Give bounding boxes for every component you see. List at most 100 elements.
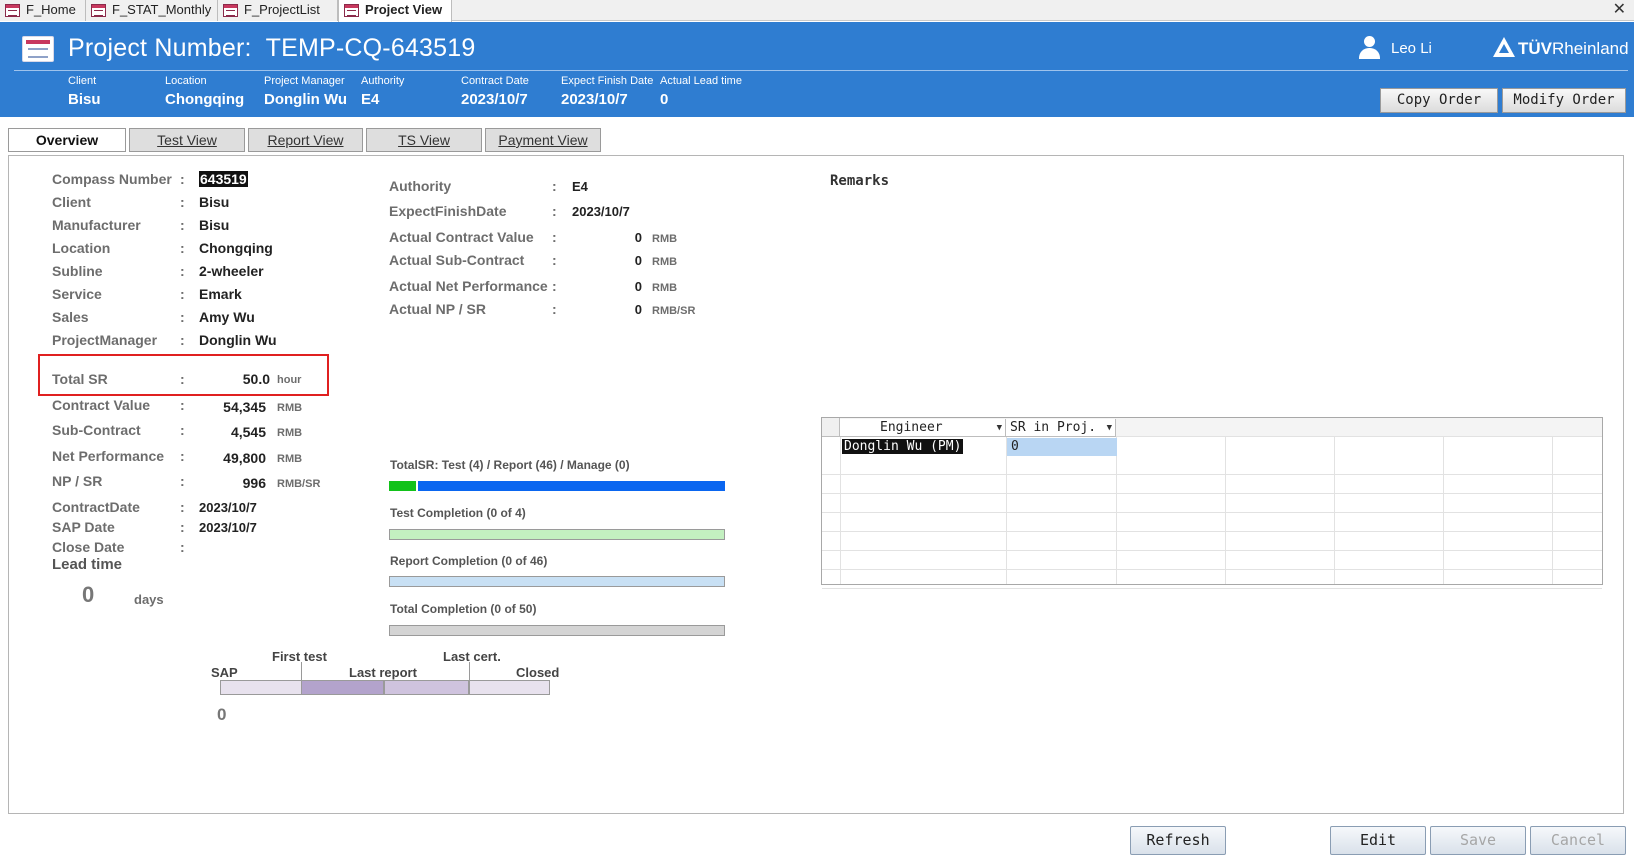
timeline-last-cert-label: Last cert. [443,649,501,664]
lead-time-value: 0 [82,582,95,607]
tab-overview[interactable]: Overview [8,128,126,152]
report-completion-caption: Report Completion (0 of 46) [390,554,548,568]
total-sr-unit: hour [277,374,302,386]
close-icon[interactable]: ✕ [1613,0,1626,19]
tab-test-view[interactable]: Test View [129,128,245,152]
label-actual-np-sr: Actual NP / SR [389,301,486,317]
total-sr-value: 50.0 [242,371,270,387]
colon: : [552,229,557,245]
report-completion-bar [389,576,725,587]
refresh-button[interactable]: Refresh [1130,826,1226,855]
label-client: Client [52,194,91,210]
total-completion-bar [389,625,725,636]
project-header: Project Number: TEMP-CQ-643519 Leo Li TÜV… [0,22,1634,117]
title-prefix: Project Number: [68,34,252,62]
label-sub-contract: Sub-Contract [52,422,141,438]
label-location: Location [52,240,111,256]
colon: : [180,332,185,348]
colon: : [552,252,557,268]
doc-tab-f-projectlist[interactable]: F_ProjectList [218,0,338,21]
colon: : [552,278,557,294]
tab-report-view[interactable]: Report View [248,128,363,152]
colon: : [180,519,185,535]
form-icon [223,4,238,17]
cancel-button[interactable]: Cancel [1530,826,1626,855]
doc-tab-label: F_STAT_Monthly [112,2,212,17]
label-actual-sub-contract: Actual Sub-Contract [389,252,525,268]
sap-date-field[interactable]: 2023/10/7 [199,520,257,535]
doc-tab-project-view[interactable]: Project View [338,0,452,22]
doc-tab-label: Project View [365,2,443,17]
total-completion-caption: Total Completion (0 of 50) [390,602,537,616]
colon: : [180,171,185,187]
label-sales: Sales [52,309,89,325]
colon: : [180,371,185,387]
total-sr-test-segment [389,481,416,491]
label-authority: Authority [389,178,452,194]
project-manager-field[interactable]: Donglin Wu [199,332,277,348]
timeline-first-test-label: First test [272,649,327,664]
location-field[interactable]: Chongqing [199,240,273,256]
timeline-tick [301,662,302,680]
grid-cell-sr[interactable]: 0 [1007,438,1117,456]
timeline-segment-test [301,680,384,695]
tab-payment-view[interactable]: Payment View [485,128,601,152]
sub-contract-value: 4,545 [230,424,266,440]
modify-order-button[interactable]: Modify Order [1502,88,1626,113]
label-total-sr: Total SR [52,371,108,387]
grid-cell-engineer[interactable]: Donglin Wu (PM) [842,438,964,456]
colon: : [180,499,185,515]
form-icon [22,36,54,62]
contract-date-field[interactable]: 2023/10/7 [199,500,257,515]
expect-finish-date-field[interactable]: 2023/10/7 [572,204,630,219]
authority-field[interactable]: E4 [572,179,588,194]
colon: : [180,194,185,210]
form-icon [344,4,359,17]
colon: : [180,473,185,489]
doc-tab-f-stat-monthly[interactable]: F_STAT_Monthly [86,0,218,21]
doc-tab-f-home[interactable]: F_Home [0,0,86,21]
label-subline: Subline [52,263,103,279]
contract-value-unit: RMB [277,402,303,414]
colon: : [180,397,185,413]
label-actual-contract-value: Actual Contract Value [389,229,534,245]
dropdown-arrow-icon[interactable]: ▼ [997,419,1002,437]
label-service: Service [52,286,102,302]
compass-number-field[interactable]: 643519 [199,171,248,187]
test-completion-caption: Test Completion (0 of 4) [390,506,526,520]
manufacturer-field[interactable]: Bisu [199,217,229,233]
actual-sub-contract-value: 0 [634,253,642,268]
dropdown-arrow-icon[interactable]: ▼ [1107,419,1112,437]
test-completion-bar [389,529,725,540]
column-header-sr-in-proj[interactable]: SR in Proj. ▼ [1006,419,1116,437]
contract-value: 54,345 [223,399,266,415]
column-header-engineer[interactable]: Engineer ▼ [840,419,1006,437]
grid-select-all[interactable] [822,418,840,437]
service-field[interactable]: Emark [199,286,242,302]
colon: : [552,178,557,194]
timeline-sap-label: SAP [211,665,238,680]
tab-ts-view[interactable]: TS View [366,128,482,152]
save-button[interactable]: Save [1430,826,1526,855]
info-actual-lead-time: Actual Lead time 0 [660,75,742,108]
actual-np-sr-value: 0 [634,302,642,317]
colon: : [552,203,557,219]
label-compass-number: Compass Number [52,171,172,187]
user-icon [1358,36,1380,60]
info-contract-date: Contract Date 2023/10/7 [461,75,529,108]
copy-order-button[interactable]: Copy Order [1380,88,1498,113]
sales-field[interactable]: Amy Wu [199,309,255,325]
client-field[interactable]: Bisu [199,194,229,210]
colon: : [180,539,185,555]
info-expect-finish-date: Expect Finish Date 2023/10/7 [561,75,654,108]
timeline-closed-label: Closed [516,665,560,680]
remarks-label: Remarks [830,173,890,189]
header-divider [14,70,1628,71]
label-expect-finish-date: ExpectFinishDate [389,203,507,219]
form-icon [5,4,20,17]
colon: : [180,217,185,233]
edit-button[interactable]: Edit [1330,826,1426,855]
info-client: Client Bisu [68,75,101,108]
subline-field[interactable]: 2-wheeler [199,263,264,279]
label-net-performance: Net Performance [52,448,165,464]
